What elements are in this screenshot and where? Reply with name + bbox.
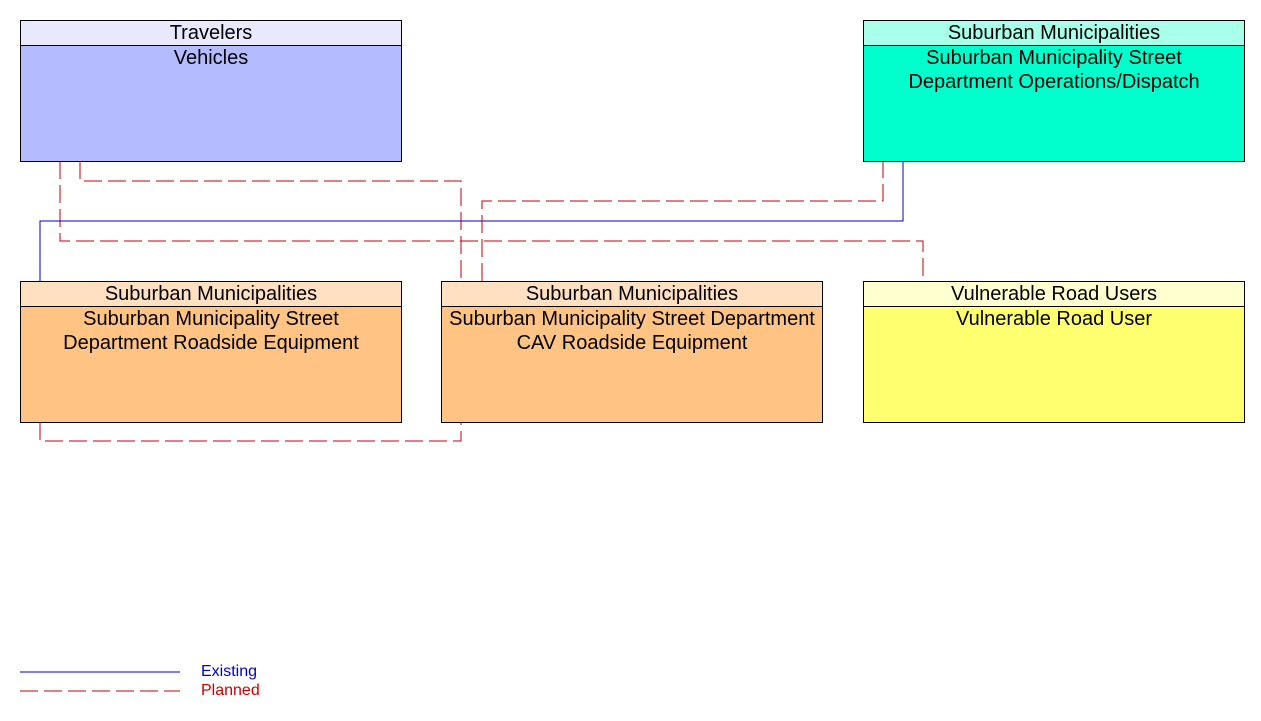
node-name: Suburban Municipality Street Department … <box>908 47 1200 93</box>
node-group: Suburban Municipalities <box>21 282 401 307</box>
node-group: Vulnerable Road Users <box>864 282 1244 307</box>
node-group: Travelers <box>21 21 401 46</box>
node-group: Suburban Municipalities <box>442 282 822 307</box>
flow-rse-dispatch <box>39 161 904 281</box>
node-cav[interactable]: Suburban Municipalities Suburban Municip… <box>441 281 823 423</box>
node-dispatch[interactable]: Suburban Municipalities Suburban Municip… <box>863 20 1245 162</box>
node-name: Suburban Municipality Street Department … <box>63 308 359 354</box>
node-vehicles[interactable]: Travelers Vehicles <box>20 20 402 162</box>
legend-planned-label: Planned <box>201 682 260 699</box>
node-name: Suburban Municipality Street Department … <box>449 308 815 354</box>
node-vru[interactable]: Vulnerable Road Users Vulnerable Road Us… <box>863 281 1245 423</box>
node-group: Suburban Municipalities <box>864 21 1244 46</box>
legend-existing-label: Existing <box>201 663 258 680</box>
node-rse[interactable]: Suburban Municipalities Suburban Municip… <box>20 281 402 423</box>
node-name: Vehicles <box>173 47 249 69</box>
node-name: Vulnerable Road User <box>955 308 1153 330</box>
flow-rse-cav <box>39 422 462 442</box>
